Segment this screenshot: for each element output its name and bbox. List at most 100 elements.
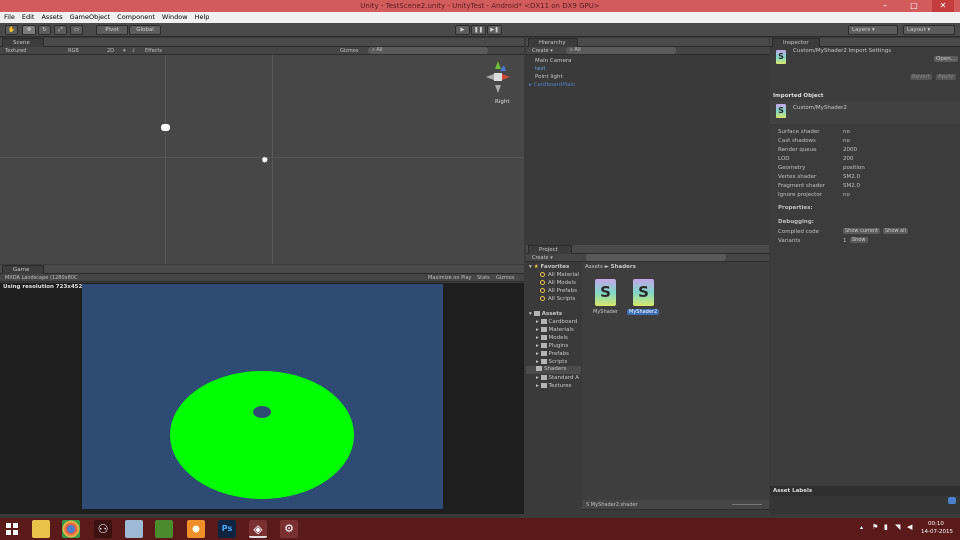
folder-standard-assets[interactable]: ▸ Standard A [536, 375, 579, 381]
file-explorer-icon[interactable] [32, 520, 50, 538]
folder-cardboard[interactable]: ▸ Cardboard [536, 319, 577, 325]
app-icon[interactable]: ⚇ [94, 520, 112, 538]
tray-volume-icon[interactable]: ◀ [907, 523, 912, 531]
hierarchy-create-dropdown[interactable]: Create ▾ [532, 47, 553, 55]
apply-button[interactable]: Apply [936, 74, 956, 80]
rotate-tool-icon[interactable]: ↻ [38, 25, 51, 35]
folder-models[interactable]: ▸ Models [536, 335, 568, 341]
assets-root[interactable]: ▾ Assets [529, 311, 562, 317]
chrome-icon[interactable] [62, 520, 80, 538]
asset-myshader-label[interactable]: MyShader [593, 309, 618, 315]
breadcrumb-assets[interactable]: Assets [585, 264, 603, 270]
effects-dropdown[interactable]: Effects [145, 47, 162, 55]
folder-materials[interactable]: ▸ Materials [536, 327, 574, 333]
light-gizmo-icon[interactable]: ✹ [261, 156, 269, 166]
folder-scripts[interactable]: ▸ Scripts [536, 359, 567, 365]
tray-network-icon[interactable]: ◥ [895, 523, 900, 531]
pause-button[interactable]: ❚❚ [471, 25, 486, 35]
hierarchy-item-cardboard[interactable]: ▸ CardboardMain [529, 82, 575, 88]
fav-item-prefabs[interactable]: All Prefabs [540, 288, 577, 294]
fav-item-materials[interactable]: All Material [540, 272, 579, 278]
variants-label: Variants [778, 238, 801, 244]
show-variants-button[interactable]: Show [850, 237, 868, 243]
camera-gizmo-icon[interactable] [161, 124, 170, 131]
show-current-button[interactable]: Show current [843, 228, 881, 234]
move-tool-icon[interactable]: ✥ [22, 25, 36, 35]
blender-icon[interactable] [187, 520, 205, 538]
audio-icon[interactable]: ♪ [132, 47, 135, 55]
project-create-dropdown[interactable]: Create ▾ [532, 254, 553, 262]
close-button[interactable]: ✕ [932, 0, 954, 12]
aspect-dropdown[interactable]: MXDA Landscape (1280x80C [5, 274, 77, 282]
revert-button[interactable]: Revert [910, 74, 933, 80]
pivot-toggle[interactable]: Pivot [96, 25, 128, 35]
play-button[interactable]: ▶ [455, 25, 470, 35]
tray-battery-icon[interactable]: ▮ [884, 523, 888, 531]
menu-help[interactable]: Help [195, 12, 210, 23]
orientation-gizmo-icon[interactable] [486, 61, 510, 97]
layout-dropdown[interactable]: Layout ▾ [903, 25, 955, 35]
fav-item-models[interactable]: All Models [540, 280, 576, 286]
tool-icon[interactable]: ⚙ [280, 520, 298, 538]
shading-mode-dropdown[interactable]: Textured [5, 47, 26, 55]
menu-gameobject[interactable]: GameObject [70, 12, 111, 23]
2d-toggle[interactable]: 2D [107, 47, 114, 55]
folder-shaders[interactable]: Shaders [526, 366, 581, 374]
asset-myshader2-label[interactable]: MyShader2 [627, 309, 660, 315]
rect-tool-icon[interactable]: ▭ [70, 25, 83, 35]
gizmos-dropdown[interactable]: Gizmos [340, 47, 358, 55]
tray-flag-icon[interactable]: ⚑ [872, 523, 878, 531]
unity-icon[interactable]: ◈ [249, 520, 267, 538]
maximize-on-play-toggle[interactable]: Maximize on Play [428, 274, 472, 282]
label-tag-icon[interactable] [948, 497, 956, 504]
game-gizmos-dropdown[interactable]: Gizmos [496, 274, 514, 282]
hierarchy-item-point-light[interactable]: Point light [535, 74, 563, 80]
global-toggle[interactable]: Global [129, 25, 161, 35]
clock-time[interactable]: 00:10 [928, 521, 944, 527]
start-button-icon[interactable] [6, 523, 18, 535]
shader-file-icon[interactable]: S [595, 279, 616, 306]
tab-hierarchy[interactable]: Hierarchy [528, 38, 578, 47]
menu-component[interactable]: Component [117, 12, 155, 23]
menu-edit[interactable]: Edit [22, 12, 35, 23]
maximize-button[interactable]: □ [903, 0, 925, 12]
scene-view[interactable]: ✹ Right [0, 55, 524, 264]
layers-dropdown[interactable]: Layers ▾ [848, 25, 898, 35]
stats-toggle[interactable]: Stats [477, 274, 490, 282]
folder-plugins[interactable]: ▸ Plugins [536, 343, 568, 349]
scale-tool-icon[interactable]: ⤢ [54, 25, 67, 35]
folder-textures[interactable]: ▸ Textures [536, 383, 572, 389]
tray-up-icon[interactable]: ▴ [860, 524, 863, 531]
folder-prefabs[interactable]: ▸ Prefabs [536, 351, 569, 357]
minimize-button[interactable]: – [874, 0, 896, 12]
tab-inspector[interactable]: Inspector [772, 38, 820, 47]
image-viewer-icon[interactable] [155, 520, 173, 538]
tab-scene[interactable]: Scene [2, 38, 44, 47]
compiled-code-label: Compiled code [778, 229, 819, 235]
shader-file-icon[interactable]: S [633, 279, 654, 306]
photoshop-icon[interactable]: Ps [218, 520, 236, 538]
scene-search-input[interactable]: ⌕ All [368, 47, 488, 54]
tab-project[interactable]: Project [528, 245, 572, 254]
fav-item-scripts[interactable]: All Scripts [540, 296, 575, 302]
document-icon[interactable] [125, 520, 143, 538]
render-mode-dropdown[interactable]: RGB [68, 47, 79, 55]
tab-game[interactable]: Game [2, 265, 44, 274]
hierarchy-search-input[interactable]: ⌕ All [566, 47, 676, 54]
hierarchy-item-test[interactable]: test [535, 66, 546, 72]
project-search-input[interactable] [586, 254, 726, 261]
hierarchy-item-main-camera[interactable]: Main Camera [535, 58, 571, 64]
open-button[interactable]: Open... [934, 56, 958, 62]
step-button[interactable]: ▶❚ [487, 25, 502, 35]
lighting-icon[interactable]: ☀ [122, 47, 126, 55]
breadcrumb-shaders[interactable]: Shaders [611, 264, 636, 270]
show-all-button[interactable]: Show all [883, 228, 908, 234]
menu-file[interactable]: File [4, 12, 15, 23]
icon-size-slider[interactable] [732, 504, 762, 505]
game-control-bar: MXDA Landscape (1280x80C Maximize on Pla… [0, 274, 524, 282]
clock-date[interactable]: 14-07-2015 [921, 529, 953, 535]
menu-window[interactable]: Window [162, 12, 188, 23]
hand-tool-icon[interactable]: ✋ [5, 25, 18, 35]
menu-assets[interactable]: Assets [41, 12, 62, 23]
favorites-header[interactable]: ▾ ★ Favorites [529, 264, 569, 270]
